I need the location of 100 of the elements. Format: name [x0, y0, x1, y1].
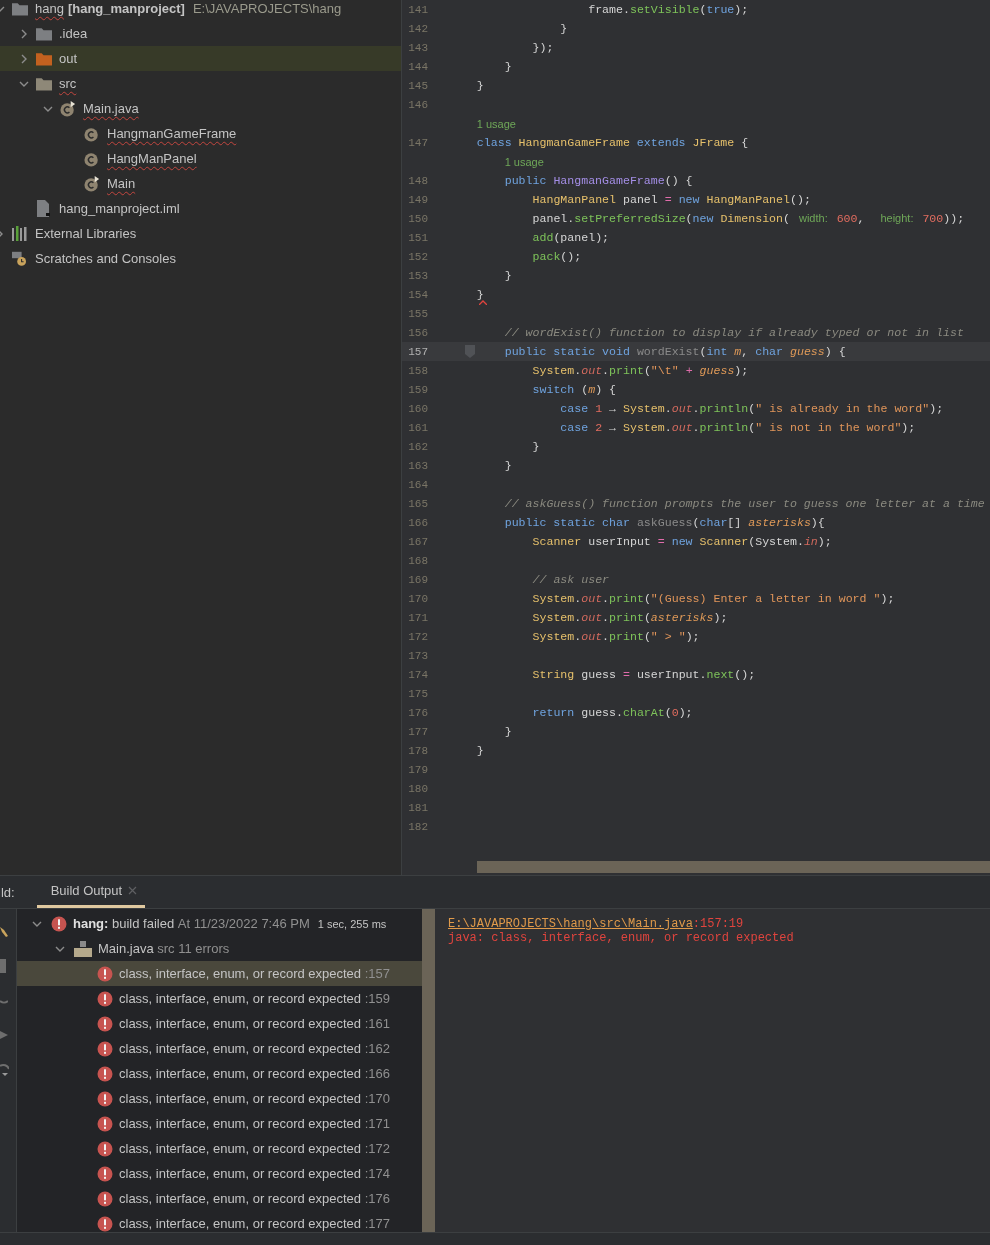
build-tree-item[interactable]: Main.java src 11 errors [17, 936, 422, 961]
line-number: 168 [407, 554, 428, 567]
item-label: out [59, 51, 78, 66]
code-line: } [504, 459, 512, 472]
build-tree-item[interactable]: class, interface, enum, or record expected :170 [17, 1086, 422, 1111]
project-name: hang: [73, 916, 109, 931]
error-message: class, interface, enum, or record expected [119, 1041, 363, 1056]
code-line: frame.setVisible(true); [588, 3, 749, 16]
item-label: HangManPanel [107, 151, 197, 166]
code-line: HangManPanel panel = new HangManPanel(); [532, 193, 811, 206]
code-line: switch (m) { [532, 383, 617, 396]
item-label: External Libraries [35, 226, 137, 241]
build-tree-item[interactable]: class, interface, enum, or record expected :174 [17, 1161, 422, 1186]
line-number: 167 [407, 535, 428, 548]
build-tree-item[interactable]: class, interface, enum, or record expected :161 [17, 1011, 422, 1036]
usage-hint[interactable]: 1 usage [476, 117, 516, 130]
error-line: :161 [364, 1016, 390, 1031]
tree-item[interactable]: HangmanGameFrame [0, 121, 401, 146]
build-tree-item[interactable]: class, interface, enum, or record expected :157 [17, 961, 422, 986]
folder-icon [36, 51, 52, 66]
error-line: :162 [364, 1041, 390, 1056]
code-line: }); [532, 41, 554, 54]
tree-item[interactable]: Scratches and Consoles [0, 246, 401, 271]
line-number: 176 [407, 706, 428, 719]
code-line: System.out.print(asterisks); [532, 611, 728, 624]
close-icon[interactable] [128, 886, 138, 895]
build-tree-item[interactable]: class, interface, enum, or record expected :177 [17, 1211, 422, 1232]
tree-item[interactable]: .idea [0, 21, 401, 46]
build-status: build failed [111, 916, 176, 931]
code-line: public static void wordExist(int m, char guess) { [504, 345, 846, 358]
usage-hint[interactable]: 1 usage [504, 155, 544, 168]
line-number: 145 [407, 79, 428, 92]
line-number: 177 [407, 725, 428, 738]
line-number: 179 [407, 763, 428, 776]
error-message: class, interface, enum, or record expected [119, 1216, 363, 1231]
vertical-scrollbar[interactable] [422, 909, 435, 1232]
build-tree-item[interactable]: class, interface, enum, or record expected :172 [17, 1136, 422, 1161]
error-message: class, interface, enum, or record expected [119, 1091, 363, 1106]
library-icon [12, 226, 28, 241]
line-number: 160 [407, 402, 428, 415]
console-message: java: class, interface, enum, or record expected [448, 931, 795, 945]
tree-item[interactable]: External Libraries [0, 221, 401, 246]
build-tree-item[interactable]: hang: build failed At 11/23/2022 7:46 PM 1 sec, 255 ms [17, 911, 422, 936]
tree-item[interactable]: Main.java [0, 96, 401, 121]
tree-item[interactable]: out [0, 46, 401, 71]
build-tree-item[interactable]: class, interface, enum, or record expected :176 [17, 1186, 422, 1211]
tree-item[interactable]: Main [0, 171, 401, 196]
line-number: 151 [407, 231, 428, 244]
code-line: } [504, 725, 512, 738]
code-line: System.out.print(" > "); [532, 630, 700, 643]
error-message: class, interface, enum, or record expected [119, 1066, 363, 1081]
error-message: class, interface, enum, or record expected [119, 1191, 363, 1206]
module-name: [hang_manproject] [67, 1, 185, 16]
line-number: 159 [407, 383, 428, 396]
error-icon [97, 1015, 113, 1032]
item-label: Main [107, 176, 136, 191]
code-line: panel.setPreferredSize(new Dimension( width: 600, height: 700)); [532, 212, 965, 225]
panel-label: ild: [0, 884, 15, 900]
code-line: System.out.print("(Guess) Enter a letter in word "); [532, 592, 895, 605]
error-icon [97, 1165, 113, 1182]
build-tree-item[interactable]: class, interface, enum, or record expected :166 [17, 1061, 422, 1086]
line-number: 182 [407, 820, 428, 833]
horizontal-scrollbar[interactable] [477, 861, 990, 873]
item-label: HangmanGameFrame [107, 126, 237, 141]
error-line: :177 [364, 1216, 390, 1231]
tree-item[interactable]: hang [hang_manproject] E:\JAVAPROJECTS\hang [0, 0, 401, 21]
line-number: 144 [407, 60, 428, 73]
line-number: 143 [407, 41, 428, 54]
folder-icon [36, 26, 52, 41]
line-number: 170 [407, 592, 428, 605]
line-number: 163 [407, 459, 428, 472]
code-line: } [476, 744, 484, 757]
error-message: class, interface, enum, or record expected [119, 1166, 363, 1181]
file-name: Main.java [98, 941, 154, 956]
line-number: 152 [407, 250, 428, 263]
tree-item[interactable]: HangManPanel [0, 146, 401, 171]
line-number: 148 [407, 174, 428, 187]
file-link[interactable]: E:\JAVAPROJECTS\hang\src\Main.java [448, 917, 693, 931]
code-line: public static char askGuess(char[] asterisks){ [504, 516, 825, 529]
build-tree-item[interactable]: class, interface, enum, or record expected :159 [17, 986, 422, 1011]
code-line: // askGuess() function prompts the user to guess one letter at a time [504, 497, 985, 510]
error-line: :166 [364, 1066, 390, 1081]
build-tree-item[interactable]: class, interface, enum, or record expected :171 [17, 1111, 422, 1136]
line-number: 178 [407, 744, 428, 757]
code-line: return guess.charAt(0); [532, 706, 693, 719]
project-path: E:\JAVAPROJECTS\hang [192, 1, 342, 16]
line-number: 171 [407, 611, 428, 624]
line-number: 181 [407, 801, 428, 814]
error-icon [97, 1140, 113, 1157]
error-line: :157 [364, 966, 390, 981]
error-message: class, interface, enum, or record expected [119, 966, 363, 981]
code-line: } [476, 79, 484, 92]
build-tree-item[interactable]: class, interface, enum, or record expected :162 [17, 1036, 422, 1061]
code-line: String guess = userInput.next(); [532, 668, 756, 681]
error-count: 11 errors [178, 941, 230, 956]
line-number: 141 [407, 3, 428, 16]
tree-item[interactable]: src [0, 71, 401, 96]
item-label: src [59, 76, 77, 91]
item-label: hang_manproject.iml [59, 201, 180, 216]
tree-item[interactable]: hang_manproject.iml [0, 196, 401, 221]
